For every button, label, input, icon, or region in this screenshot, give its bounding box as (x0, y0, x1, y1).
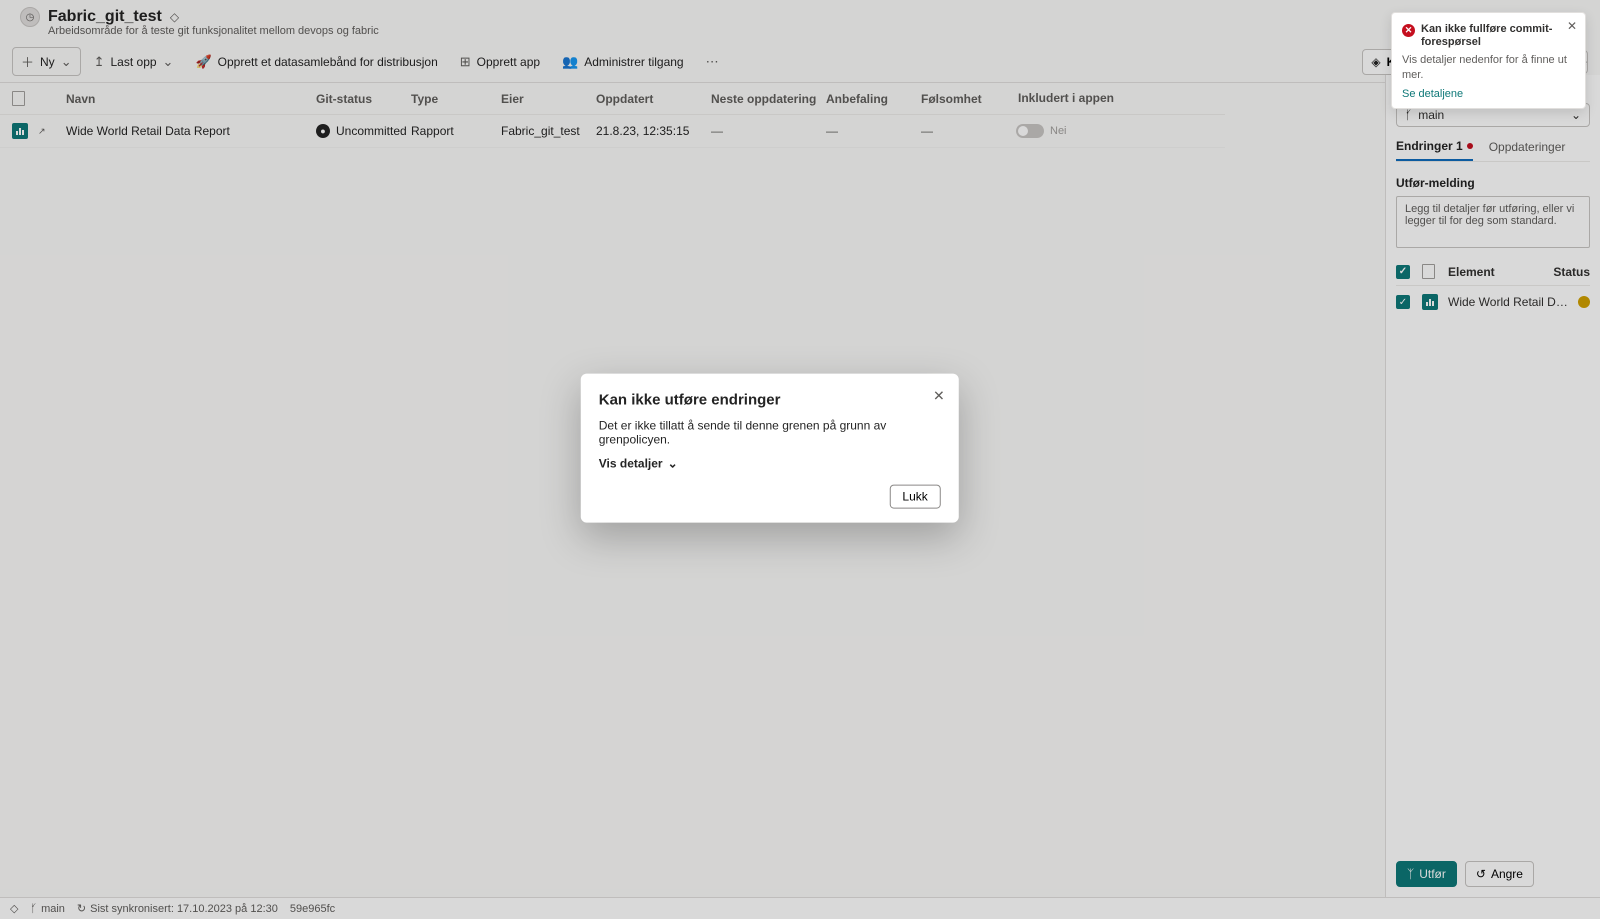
chevron-down-icon: ⌄ (668, 456, 678, 470)
toast-details-link[interactable]: Se detaljene (1402, 88, 1575, 100)
toast-body: Vis detaljer nedenfor for å finne ut mer… (1402, 53, 1575, 82)
modal-close-button[interactable]: ✕ (933, 387, 945, 404)
error-icon: ✕ (1402, 24, 1415, 37)
error-toast: ✕ ✕ Kan ikke fullføre commit-forespørsel… (1391, 12, 1586, 109)
modal-close-label: Lukk (902, 489, 927, 503)
modal-close-action-button[interactable]: Lukk (889, 484, 940, 508)
modal-details-label: Vis detaljer (599, 456, 663, 470)
modal-title: Kan ikke utføre endringer (599, 391, 941, 408)
toast-title: Kan ikke fullføre commit-forespørsel (1421, 23, 1575, 49)
toast-close-button[interactable]: ✕ (1567, 19, 1577, 33)
error-modal: ✕ Kan ikke utføre endringer Det er ikke … (581, 373, 959, 522)
modal-details-toggle[interactable]: Vis detaljer ⌄ (599, 456, 941, 470)
modal-body: Det er ikke tillatt å sende til denne gr… (599, 418, 941, 446)
